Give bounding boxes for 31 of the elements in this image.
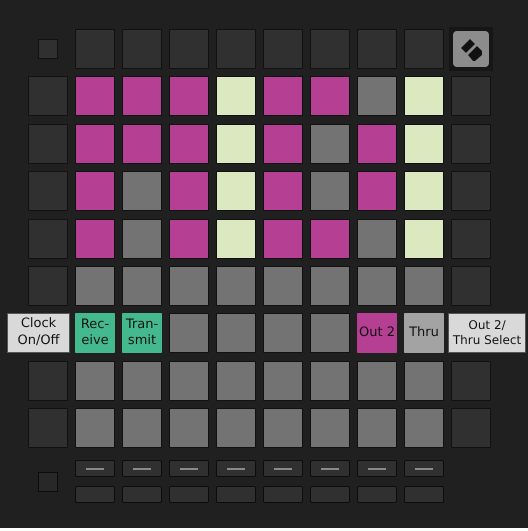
- dash-button[interactable]: [75, 460, 115, 478]
- pad[interactable]: [216, 218, 256, 259]
- logo-icon: [449, 27, 493, 71]
- dash-icon: [321, 468, 339, 470]
- pad[interactable]: [404, 218, 444, 259]
- pad[interactable]: Out 2: [357, 313, 397, 354]
- pad[interactable]: [216, 76, 256, 116]
- dash-button[interactable]: [263, 460, 303, 478]
- pad[interactable]: [216, 124, 256, 164]
- dash-button[interactable]: [310, 460, 350, 478]
- pad[interactable]: [216, 171, 256, 212]
- dash-icon: [368, 468, 386, 470]
- dash-button[interactable]: [216, 460, 256, 478]
- dash-icon: [274, 468, 292, 470]
- dash-icon: [180, 468, 198, 470]
- pad[interactable]: Tran- smit: [122, 313, 162, 354]
- dash-button[interactable]: [122, 460, 162, 478]
- pad[interactable]: [404, 124, 444, 164]
- dash-icon: [415, 468, 433, 470]
- pad[interactable]: Thru: [404, 313, 444, 354]
- dash-button[interactable]: [169, 460, 209, 478]
- pad-label[interactable]: Out 2/ Thru Select: [448, 313, 526, 354]
- pad[interactable]: [404, 76, 444, 116]
- pad-label[interactable]: Clock On/Off: [7, 313, 70, 354]
- dash-icon: [133, 468, 151, 470]
- pad[interactable]: Rec- eive: [75, 313, 115, 354]
- dash-button[interactable]: [404, 460, 444, 478]
- pad[interactable]: [404, 171, 444, 212]
- dash-icon: [227, 468, 245, 470]
- dash-button[interactable]: [357, 460, 397, 478]
- dash-icon: [86, 468, 104, 470]
